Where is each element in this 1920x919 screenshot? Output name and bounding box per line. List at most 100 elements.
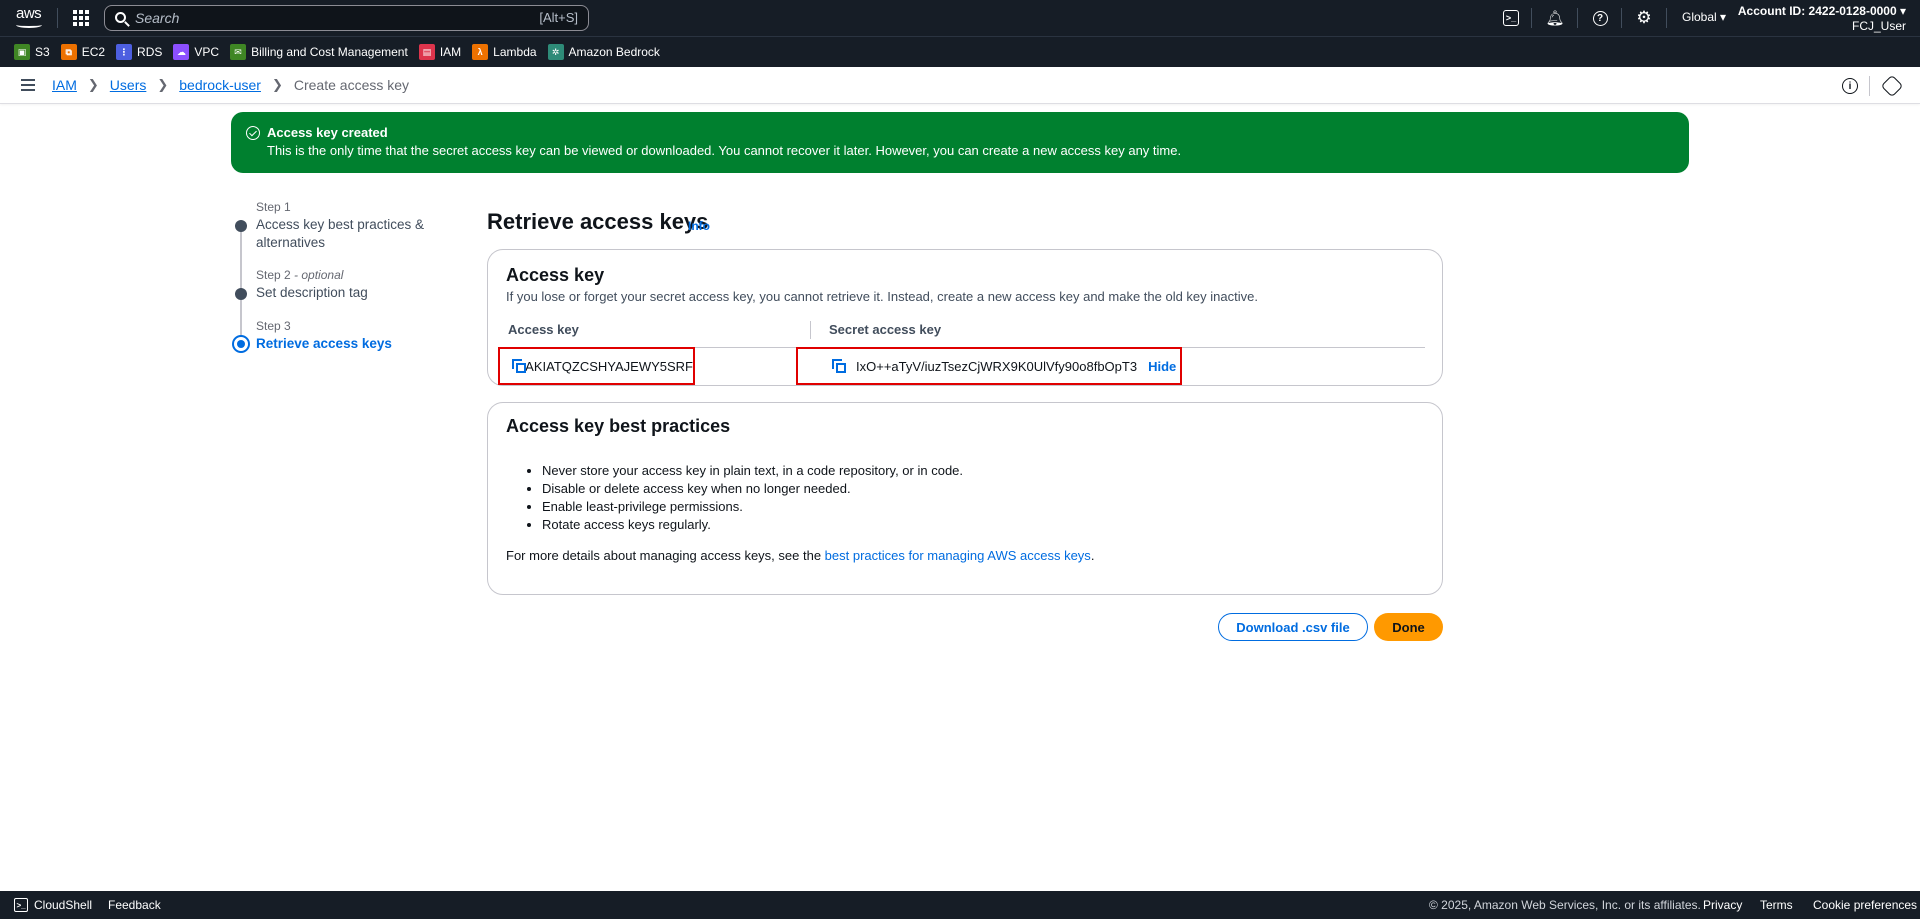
s3-service-icon: ▣	[14, 44, 30, 60]
aws-logo[interactable]: aws	[14, 5, 44, 30]
services-grid-icon[interactable]	[73, 10, 89, 26]
step-1-label: Step 1	[256, 200, 291, 214]
breadcrumb-bar: IAM ❯ Users ❯ bedrock-user ❯ Create acce…	[0, 67, 1920, 104]
gear-icon: ⚙	[1636, 8, 1652, 27]
more-suffix: .	[1090, 548, 1095, 563]
best-practices-link[interactable]: best practices for managing AWS access k…	[825, 548, 1091, 563]
feedback-panel-icon[interactable]	[1880, 74, 1904, 98]
favorite-s3[interactable]: ▣ S3	[14, 44, 50, 60]
step-connector	[240, 230, 242, 294]
nav-divider	[1531, 8, 1532, 28]
list-item: Disable or delete access key when no lon…	[542, 480, 963, 498]
favorite-billing-and-cost-management[interactable]: ✉ Billing and Cost Management	[230, 44, 408, 60]
access-key-description: If you lose or forget your secret access…	[506, 289, 1258, 304]
lambda-service-icon: λ	[472, 44, 489, 60]
favorite-iam[interactable]: ▤ IAM	[418, 44, 462, 60]
vpc-service-icon: ☁	[173, 44, 190, 60]
aws-smile-icon	[16, 22, 42, 28]
search-icon	[115, 12, 126, 23]
search-input[interactable]	[135, 8, 515, 28]
nav-divider	[1666, 8, 1667, 28]
step-3-label: Step 3	[256, 319, 291, 333]
secret-key-value: IxO++aTyV/iuzTsezCjWRX9K0UlVfy90o8fbOpT3	[856, 358, 1138, 374]
menu-icon[interactable]	[21, 79, 35, 91]
breadcrumb-current: Create access key	[293, 77, 410, 93]
notifications-button[interactable]: 🔔︎	[1545, 8, 1565, 28]
secret-key-cell: IxO++aTyV/iuzTsezCjWRX9K0UlVfy90o8fbOpT3…	[796, 347, 1182, 385]
cloudshell-icon: >_	[14, 898, 28, 912]
list-item: Enable least-privilege permissions.	[542, 498, 963, 516]
footer: >_ CloudShell Feedback © 2025, Amazon We…	[0, 891, 1920, 919]
step-1-title[interactable]: Access key best practices & alternatives	[256, 216, 436, 252]
flash-title: Access key created	[267, 125, 388, 140]
done-button[interactable]: Done	[1374, 613, 1443, 641]
info-link[interactable]: Info	[688, 219, 710, 233]
favorite-rds[interactable]: ⋮ RDS	[116, 44, 162, 60]
favorite-amazon-bedrock[interactable]: ✲ Amazon Bedrock	[547, 44, 660, 60]
access-key-heading: Access key	[506, 265, 605, 285]
best-practices-heading: Access key best practices	[506, 416, 731, 436]
cloudshell-button[interactable]: >_	[1501, 8, 1521, 28]
cloudshell-icon: >_	[1503, 10, 1519, 26]
footer-terms[interactable]: Terms	[1760, 898, 1793, 912]
nav-divider	[1577, 8, 1578, 28]
breadcrumb-bedrock-user[interactable]: bedrock-user	[179, 77, 261, 93]
footer-cookie-preferences[interactable]: Cookie preferences	[1813, 898, 1917, 912]
account-menu[interactable]: Account ID: 2422-0128-0000 ▾ FCJ_User	[1738, 4, 1906, 34]
download-csv-button[interactable]: Download .csv file	[1218, 613, 1368, 641]
footer-feedback[interactable]: Feedback	[108, 898, 161, 912]
favorite-label: Lambda	[493, 45, 537, 59]
help-button[interactable]: ?	[1590, 8, 1610, 28]
favorite-label: Amazon Bedrock	[568, 45, 660, 59]
iam-service-icon: ▤	[418, 44, 435, 60]
footer-privacy[interactable]: Privacy	[1703, 898, 1742, 912]
account-id: Account ID: 2422-0128-0000 ▾	[1737, 4, 1906, 18]
list-item: Never store your access key in plain tex…	[542, 462, 963, 480]
search-shortcut: [Alt+S]	[539, 10, 578, 25]
step-2-label: Step 2 - optional	[256, 268, 344, 282]
hide-secret-button[interactable]: Hide	[1148, 359, 1176, 374]
secret-key-column-header: Secret access key	[829, 322, 942, 337]
region-selector[interactable]: Global ▾	[1682, 10, 1726, 24]
step-3-active-icon	[232, 335, 250, 353]
list-item: Rotate access keys regularly.	[542, 516, 963, 534]
flash-message: This is the only time that the secret ac…	[267, 143, 1182, 158]
top-navigation: aws [Alt+S] >_ 🔔︎ ? ⚙ Global ▾ Account I…	[0, 0, 1920, 36]
favorite-label: VPC	[194, 45, 220, 59]
favorite-label: IAM	[439, 45, 462, 59]
step-2-title[interactable]: Set description tag	[256, 284, 436, 302]
success-flash-banner: Access key created This is the only time…	[231, 112, 1689, 173]
help-icon: ?	[1592, 10, 1608, 26]
footer-copyright: © 2025, Amazon Web Services, Inc. or its…	[1429, 898, 1701, 912]
info-panel-icon[interactable]: i	[1842, 78, 1858, 94]
page-title: Retrieve access keys	[487, 209, 709, 234]
amazon-bedrock-service-icon: ✲	[547, 44, 564, 60]
ec2-service-icon: ⧉	[60, 44, 77, 60]
favorite-label: EC2	[81, 45, 106, 59]
step-3-title: Retrieve access keys	[256, 336, 392, 351]
aws-logo-text: aws	[16, 5, 42, 22]
favorite-ec2[interactable]: ⧉ EC2	[60, 44, 106, 60]
rds-service-icon: ⋮	[116, 44, 133, 60]
footer-cloudshell[interactable]: CloudShell	[34, 898, 92, 912]
copy-icon[interactable]	[832, 359, 846, 373]
favorite-label: Billing and Cost Management	[251, 45, 408, 59]
copy-icon[interactable]	[512, 359, 526, 373]
access-key-container: Access key If you lose or forget your se…	[487, 249, 1443, 386]
chevron-right-icon: ❯	[157, 77, 169, 92]
breadcrumb-users[interactable]: Users	[110, 77, 147, 93]
step-2-dot-icon	[235, 288, 247, 300]
account-user: FCJ_User	[1851, 19, 1906, 33]
best-practices-more: For more details about managing access k…	[506, 548, 1094, 563]
favorite-lambda[interactable]: λ Lambda	[472, 44, 537, 60]
favorite-vpc[interactable]: ☁ VPC	[173, 44, 219, 60]
more-prefix: For more details about managing access k…	[506, 548, 825, 563]
search-bar[interactable]: [Alt+S]	[104, 5, 589, 31]
best-practices-list: Never store your access key in plain tex…	[542, 462, 963, 534]
settings-button[interactable]: ⚙	[1634, 8, 1654, 28]
breadcrumb-iam[interactable]: IAM	[52, 77, 77, 93]
chevron-right-icon: ❯	[87, 77, 99, 92]
check-circle-icon	[246, 126, 260, 140]
column-divider	[810, 321, 811, 339]
access-key-value: AKIATQZCSHYAJEWY5SRF	[525, 358, 693, 374]
